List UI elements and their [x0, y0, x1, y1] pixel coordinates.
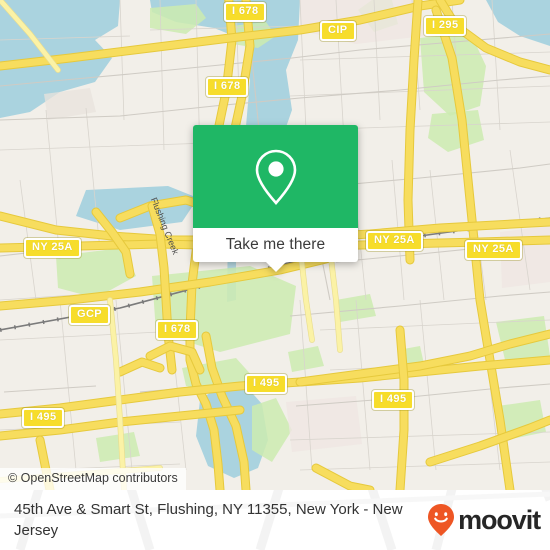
map-road-shield: I 495 — [372, 390, 415, 410]
osm-attribution[interactable]: © OpenStreetMap contributors — [0, 468, 186, 490]
map-road-shield: I 495 — [245, 374, 288, 394]
moovit-wordmark: moovit — [458, 504, 541, 535]
map-road-shield: I 678 — [156, 320, 199, 340]
map-callout-card[interactable]: Take me there — [193, 125, 358, 272]
map-road-shield: I 678 — [224, 2, 267, 22]
moovit-map-screenshot: .w{fill:#aad3df} .lnd{fill:#f2efe9} .pk{… — [0, 0, 550, 550]
callout-pin-area[interactable] — [193, 125, 358, 228]
take-me-there-button[interactable]: Take me there — [193, 228, 358, 272]
map-road-shield: I 495 — [22, 408, 65, 428]
footer-bar: 45th Ave & Smart St, Flushing, NY 11355,… — [0, 490, 550, 550]
take-me-there-label: Take me there — [225, 236, 326, 253]
map-road-shield: GCP — [69, 305, 111, 325]
map-road-shield: I 295 — [424, 16, 467, 36]
map-road-shield: CIP — [320, 21, 356, 41]
map-road-shield: NY 25A — [465, 240, 522, 260]
moovit-logo[interactable]: moovit — [427, 503, 541, 537]
callout-tail — [264, 261, 287, 272]
location-title: 45th Ave & Smart St, Flushing, NY 11355,… — [14, 501, 403, 539]
map-road-shield: I 678 — [206, 77, 249, 97]
map-road-shield: NY 25A — [366, 231, 423, 251]
map-pin-icon — [255, 149, 296, 205]
map-road-shield: NY 25A — [24, 238, 81, 258]
moovit-pin-smiley-icon — [428, 504, 455, 536]
